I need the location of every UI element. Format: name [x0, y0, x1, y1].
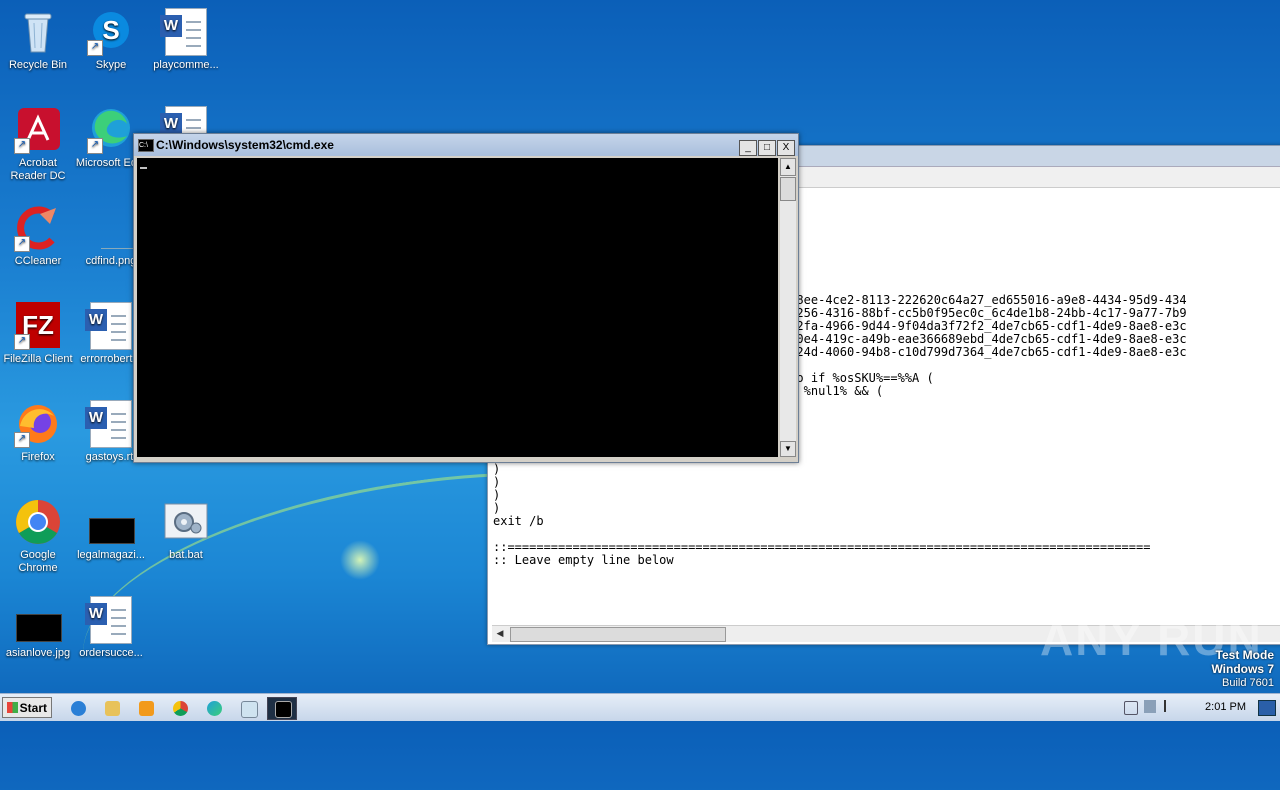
desktop-icon-label: Recycle Bin: [8, 59, 68, 71]
image-icon: [14, 596, 62, 644]
image-icon: [87, 204, 145, 252]
shortcut-arrow-icon: ↗: [14, 334, 30, 350]
scroll-left-icon[interactable]: ◀: [493, 627, 507, 640]
skype-icon: S ↗: [87, 8, 135, 56]
desktop-icon-legalmagazi[interactable]: legalmagazi...: [73, 498, 149, 562]
cmd-icon: C:\: [138, 139, 154, 152]
action-center-flag-icon[interactable]: [1164, 700, 1176, 712]
taskbar-notepad[interactable]: [233, 697, 263, 720]
windows-logo-icon: [7, 702, 18, 713]
scroll-up-icon[interactable]: ▲: [780, 158, 796, 176]
shortcut-arrow-icon: ↗: [87, 138, 103, 154]
explorer-icon: [105, 701, 120, 716]
word-document-icon: W: [85, 302, 135, 350]
desktop-icon-playcomme[interactable]: W playcomme...: [148, 8, 224, 72]
desktop-icon-label: legalmagazi...: [77, 549, 145, 561]
firefox-icon: ↗: [14, 400, 62, 448]
desktop-icon-label: Google Chrome: [18, 549, 58, 574]
test-mode-line: Test Mode: [1215, 648, 1274, 662]
taskbar-explorer[interactable]: [97, 697, 127, 720]
cmd-scroll-thumb[interactable]: [780, 177, 796, 201]
acrobat-icon: ↗: [14, 106, 62, 154]
image-icon: [87, 498, 135, 546]
batch-file-icon: [162, 498, 210, 546]
filezilla-icon: FZ ↗: [14, 302, 62, 350]
media-player-icon: [139, 701, 154, 716]
svg-text:S: S: [102, 15, 119, 45]
word-document-icon: W: [85, 400, 135, 448]
desktop-icon-bat[interactable]: bat.bat: [148, 498, 224, 562]
desktop-icon-label: Firefox: [21, 451, 55, 463]
network-icon[interactable]: [1144, 700, 1156, 713]
desktop-icon-label: Acrobat Reader DC: [10, 157, 66, 182]
desktop-icon-label: FileZilla Client: [3, 353, 73, 365]
scroll-down-icon[interactable]: ▼: [780, 441, 796, 457]
cmd-icon: [275, 701, 292, 718]
build-number: Build 7601: [1222, 677, 1274, 689]
maximize-button[interactable]: □: [758, 140, 776, 156]
shortcut-arrow-icon: ↗: [87, 40, 103, 56]
desktop-icon-label: CCleaner: [14, 255, 62, 267]
notepad-scroll-thumb[interactable]: [510, 627, 726, 642]
cmd-window-title: C:\Windows\system32\cmd.exe: [156, 138, 334, 152]
desktop-icon-asianlove[interactable]: asianlove.jpg: [0, 596, 76, 660]
cmd-vertical-scrollbar[interactable]: ▲ ▼: [780, 158, 796, 457]
chrome-icon: [173, 701, 188, 716]
word-document-icon: W: [85, 596, 135, 644]
show-desktop-icon[interactable]: [1258, 700, 1276, 716]
speaker-icon[interactable]: [1124, 701, 1138, 715]
start-label: Start: [19, 701, 47, 715]
desktop-icon-label: playcomme...: [153, 59, 219, 71]
desktop-wallpaper-glow: [340, 540, 380, 580]
taskbar-edge[interactable]: [199, 697, 229, 720]
recycle-bin-icon: [14, 8, 62, 56]
test-mode-notice: Test Mode Windows 7 Build 7601: [1211, 648, 1274, 690]
cmd-console-area[interactable]: [137, 158, 778, 457]
system-tray: 2:01 PM: [1120, 694, 1280, 721]
cmd-title-bar[interactable]: C:\ C:\Windows\system32\cmd.exe _ □ X: [134, 134, 798, 156]
taskbar-clock[interactable]: 2:01 PM: [1205, 701, 1246, 713]
edge-icon: [207, 701, 222, 716]
taskbar-chrome[interactable]: [165, 697, 195, 720]
desktop-icon-label: Skype: [95, 59, 127, 71]
chrome-icon: [14, 498, 62, 546]
desktop-icon-ccleaner[interactable]: ↗ CCleaner: [0, 204, 76, 268]
taskbar: Start 2:01 PM: [0, 693, 1280, 721]
desktop-icon-label: ordersucce...: [79, 647, 143, 659]
taskbar-internet-explorer[interactable]: [63, 697, 93, 720]
minimize-button[interactable]: _: [739, 140, 757, 156]
shortcut-arrow-icon: ↗: [14, 236, 30, 252]
windows-version-line: Windows 7: [1211, 662, 1274, 676]
cmd-window[interactable]: C:\ C:\Windows\system32\cmd.exe _ □ X ▲ ▼: [133, 133, 799, 463]
window-controls: _ □ X: [738, 137, 795, 156]
desktop-icon-firefox[interactable]: ↗ Firefox: [0, 400, 76, 464]
desktop-icon-skype[interactable]: S ↗ Skype: [73, 8, 149, 72]
text-cursor: [140, 167, 147, 169]
desktop-icon-filezilla[interactable]: FZ ↗ FileZilla Client: [0, 302, 76, 366]
taskbar-media-player[interactable]: [131, 697, 161, 720]
desktop-icon-label: asianlove.jpg: [5, 647, 71, 659]
edge-icon: ↗: [87, 106, 135, 154]
shortcut-arrow-icon: ↗: [14, 138, 30, 154]
ccleaner-icon: ↗: [14, 204, 62, 252]
start-button[interactable]: Start: [2, 697, 52, 718]
desktop-icon-recycle-bin[interactable]: Recycle Bin: [0, 8, 76, 72]
desktop-icon-acrobat[interactable]: ↗ Acrobat Reader DC: [0, 106, 76, 183]
desktop-icon-label: bat.bat: [169, 549, 203, 561]
desktop-icon-ordersucce[interactable]: W ordersucce...: [73, 596, 149, 660]
shortcut-arrow-icon: ↗: [14, 432, 30, 448]
word-document-icon: W: [160, 8, 210, 56]
close-button[interactable]: X: [777, 140, 795, 156]
internet-explorer-icon: [71, 701, 86, 716]
notepad-icon: [241, 701, 258, 718]
taskbar-cmd[interactable]: [267, 697, 297, 720]
desktop-icon-chrome[interactable]: Google Chrome: [0, 498, 76, 575]
